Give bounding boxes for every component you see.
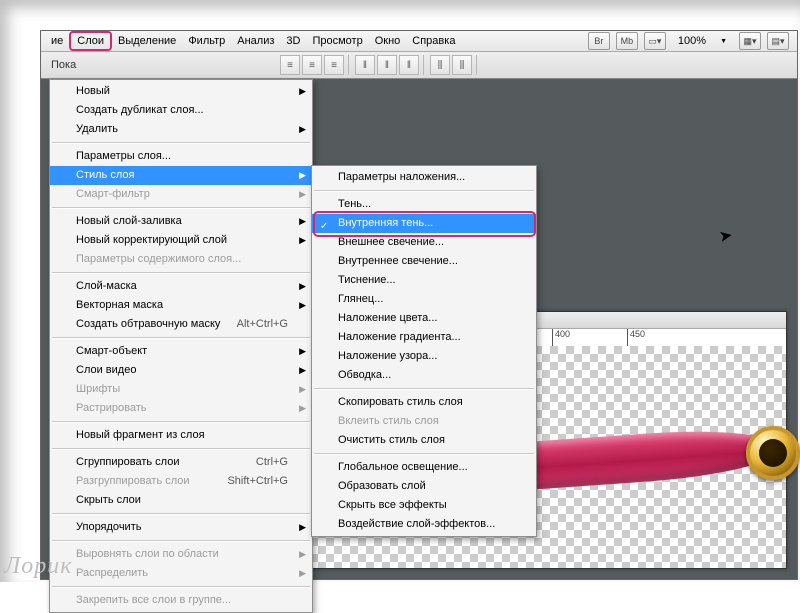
menu-item[interactable]: Векторная маска▶	[50, 296, 312, 315]
menu-window[interactable]: Окно	[369, 33, 407, 49]
align-icon[interactable]: ‖	[377, 55, 397, 75]
menu-item[interactable]: Скрыть слои	[50, 491, 312, 510]
menu-filter[interactable]: Фильтр	[182, 33, 231, 49]
align-icon[interactable]: ≡	[302, 55, 322, 75]
zoom-level[interactable]: 100%▼	[672, 33, 733, 49]
arrange-icon[interactable]: ▦▾	[739, 32, 761, 50]
distribute-icon[interactable]: ⫼	[452, 55, 472, 75]
menu-item[interactable]: Очистить стиль слоя	[312, 431, 536, 450]
menu-item: Разгруппировать слоиShift+Ctrl+G	[50, 472, 312, 491]
menu-item: Закрепить все слои в группе...	[50, 591, 312, 610]
menu-selection[interactable]: Выделение	[112, 33, 182, 49]
menu-item[interactable]: Тиснение...	[312, 271, 536, 290]
extras-icon[interactable]: ▤▾	[767, 32, 789, 50]
menu-item[interactable]: Слой-маска▶	[50, 277, 312, 296]
menu-item[interactable]: Упорядочить▶	[50, 518, 312, 537]
tool-label-fragment: Пока	[51, 59, 76, 71]
app-window: ие Слои Выделение Фильтр Анализ 3D Просм…	[40, 30, 798, 580]
menu-item[interactable]: Наложение градиента...	[312, 328, 536, 347]
menu-item[interactable]: Новый слой-заливка▶	[50, 212, 312, 231]
menu-item[interactable]: Параметры наложения...	[312, 168, 536, 187]
menu-item[interactable]: Новый корректирующий слой▶	[50, 231, 312, 250]
menu-item[interactable]: Смарт-объект▶	[50, 342, 312, 361]
align-icon[interactable]: ≡	[324, 55, 344, 75]
menu-item[interactable]: Глянец...	[312, 290, 536, 309]
align-icon[interactable]: ‖	[399, 55, 419, 75]
menu-item: Шрифты▶	[50, 380, 312, 399]
menu-item[interactable]: Новый▶	[50, 82, 312, 101]
menu-item[interactable]: Создать дубликат слоя...	[50, 101, 312, 120]
align-icon[interactable]: ≡	[280, 55, 300, 75]
options-bar: Пока ≡≡≡ ‖‖‖ ⫼⫼	[41, 52, 797, 79]
menu-item[interactable]: Глобальное освещение...	[312, 458, 536, 477]
menu-item[interactable]: Наложение цвета...	[312, 309, 536, 328]
menu-3d[interactable]: 3D	[280, 33, 306, 49]
menu-item[interactable]: Стиль слоя▶	[50, 166, 312, 185]
layers-menu-dropdown: Новый▶Создать дубликат слоя...Удалить▶ Па…	[49, 79, 313, 613]
menu-item: Вклеить стиль слоя	[312, 412, 536, 431]
minibridge-button[interactable]: Mb	[616, 32, 638, 50]
menu-item[interactable]: Сгруппировать слоиCtrl+G	[50, 453, 312, 472]
distribute-icon[interactable]: ⫼	[430, 55, 450, 75]
annotation-highlight	[313, 211, 536, 237]
menu-item[interactable]: Слои видео▶	[50, 361, 312, 380]
menu-item[interactable]: Создать обтравочную маскуAlt+Ctrl+G	[50, 315, 312, 334]
ring-graphic	[746, 426, 800, 480]
menu-item: Растрировать▶	[50, 399, 312, 418]
menu-item[interactable]: Обводка...	[312, 366, 536, 385]
menu-item[interactable]: Воздействие слой-эффектов...	[312, 515, 536, 534]
menu-item: Распределить▶	[50, 564, 312, 583]
menu-item[interactable]: Наложение узора...	[312, 347, 536, 366]
menu-fragment: ие	[45, 33, 69, 49]
menu-item[interactable]: Образовать слой	[312, 477, 536, 496]
bridge-button[interactable]: Br	[588, 32, 610, 50]
menu-item: Смарт-фильтр▶	[50, 185, 312, 204]
menu-item[interactable]: Удалить▶	[50, 120, 312, 139]
menu-item[interactable]: Новый фрагмент из слоя	[50, 426, 312, 445]
menu-analysis[interactable]: Анализ	[231, 33, 280, 49]
menu-view[interactable]: Просмотр	[306, 33, 368, 49]
screen-mode-icon[interactable]: ▭▾	[644, 32, 666, 50]
align-icon[interactable]: ‖	[355, 55, 375, 75]
menu-item[interactable]: Скрыть все эффекты	[312, 496, 536, 515]
menu-item[interactable]: Скопировать стиль слоя	[312, 393, 536, 412]
menu-item[interactable]: Параметры слоя...	[50, 147, 312, 166]
menu-item: Выровнять слои по области▶	[50, 545, 312, 564]
menu-help[interactable]: Справка	[406, 33, 461, 49]
menu-layers[interactable]: Слои	[69, 31, 112, 51]
menu-item: Параметры содержимого слоя...	[50, 250, 312, 269]
watermark: Лорик	[4, 553, 72, 580]
menu-bar: ие Слои Выделение Фильтр Анализ 3D Просм…	[41, 31, 797, 52]
menu-item[interactable]: Внутреннее свечение...	[312, 252, 536, 271]
